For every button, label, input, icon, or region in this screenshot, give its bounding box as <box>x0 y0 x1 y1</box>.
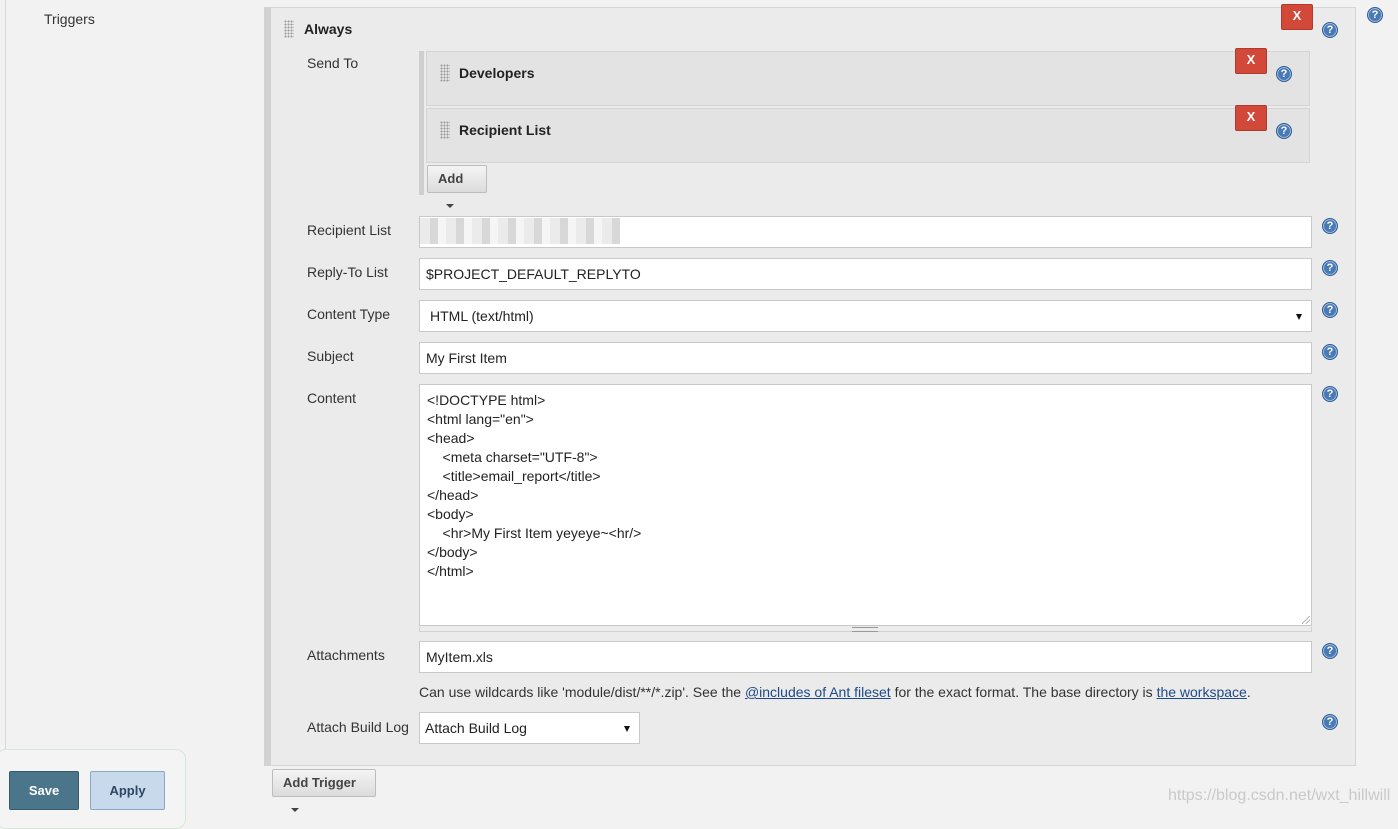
textarea-resize-handle[interactable] <box>419 627 1312 632</box>
send-to-label: Send To <box>307 55 359 71</box>
content-textarea[interactable]: <!DOCTYPE html> <html lang="en"> <head> … <box>419 384 1312 626</box>
drag-handle-icon[interactable] <box>284 20 294 38</box>
help-icon[interactable]: ? <box>1322 22 1338 38</box>
send-to-bar <box>419 51 424 195</box>
trigger-title: Always <box>304 21 353 37</box>
subject-label: Subject <box>307 348 354 364</box>
help-icon[interactable]: ? <box>1322 302 1338 318</box>
reply-to-label: Reply-To List <box>307 264 388 280</box>
attachments-hint: Can use wildcards like 'module/dist/**/*… <box>419 684 1251 700</box>
add-trigger-label: Add Trigger <box>283 775 356 790</box>
subject-input[interactable]: My First Item <box>419 342 1312 374</box>
content-label: Content <box>307 390 357 406</box>
attachments-input[interactable]: MyItem.xls <box>419 641 1312 673</box>
help-icon[interactable]: ? <box>1322 260 1338 276</box>
workspace-link[interactable]: the workspace <box>1157 684 1247 700</box>
redacted-recipient-value <box>420 218 620 244</box>
recipient-list-title: Recipient List <box>459 122 551 138</box>
help-icon[interactable]: ? <box>1276 66 1292 82</box>
add-label: Add <box>438 171 464 186</box>
ant-fileset-link[interactable]: @includes of Ant fileset <box>745 684 891 700</box>
caret-down-icon <box>1296 314 1302 320</box>
help-icon[interactable]: ? <box>1276 123 1292 139</box>
remove-trigger-button[interactable]: X <box>1281 4 1313 30</box>
drag-handle-icon[interactable] <box>440 64 450 82</box>
help-icon[interactable]: ? <box>1322 386 1338 402</box>
recipient-list-label: Recipient List <box>307 222 392 238</box>
drag-handle-icon[interactable] <box>440 121 450 139</box>
caret-down-icon <box>446 203 454 208</box>
save-button[interactable]: Save <box>9 771 79 810</box>
remove-recipient-list-button[interactable]: X <box>1235 105 1267 131</box>
resize-grip-icon[interactable] <box>1302 616 1310 624</box>
send-to-developers <box>426 51 1310 106</box>
add-trigger-button[interactable]: Add Trigger <box>272 769 376 812</box>
content-type-select[interactable]: HTML (text/html) <box>419 300 1312 332</box>
watermark: https://blog.csdn.net/wxt_hillwill <box>1168 787 1391 804</box>
help-icon[interactable]: ? <box>1322 643 1338 659</box>
caret-down-icon <box>624 726 630 732</box>
content-type-label: Content Type <box>307 306 391 322</box>
attach-build-log-value: Attach Build Log <box>425 720 527 736</box>
remove-developers-button[interactable]: X <box>1235 48 1267 74</box>
hint-prefix: Can use wildcards like 'module/dist/**/*… <box>419 684 745 700</box>
attachments-label: Attachments <box>307 647 385 663</box>
hint-middle: for the exact format. The base directory… <box>890 684 1157 700</box>
triggers-section-label: Triggers <box>44 11 95 27</box>
developers-title: Developers <box>459 65 535 81</box>
hint-suffix: . <box>1246 684 1251 700</box>
attach-build-log-label: Attach Build Log <box>307 719 409 735</box>
send-to-recipient-list <box>426 108 1310 163</box>
attach-build-log-select[interactable]: Attach Build Log <box>419 712 640 744</box>
add-recipient-button[interactable]: Add <box>427 165 487 208</box>
content-type-value: HTML (text/html) <box>430 308 534 324</box>
help-icon[interactable]: ? <box>1322 218 1338 234</box>
help-icon[interactable]: ? <box>1322 344 1338 360</box>
apply-button[interactable]: Apply <box>90 771 165 810</box>
help-icon[interactable]: ? <box>1367 7 1383 23</box>
help-icon[interactable]: ? <box>1322 714 1338 730</box>
caret-down-icon <box>291 807 299 812</box>
left-divider <box>5 0 6 815</box>
reply-to-input[interactable]: $PROJECT_DEFAULT_REPLYTO <box>419 258 1312 290</box>
